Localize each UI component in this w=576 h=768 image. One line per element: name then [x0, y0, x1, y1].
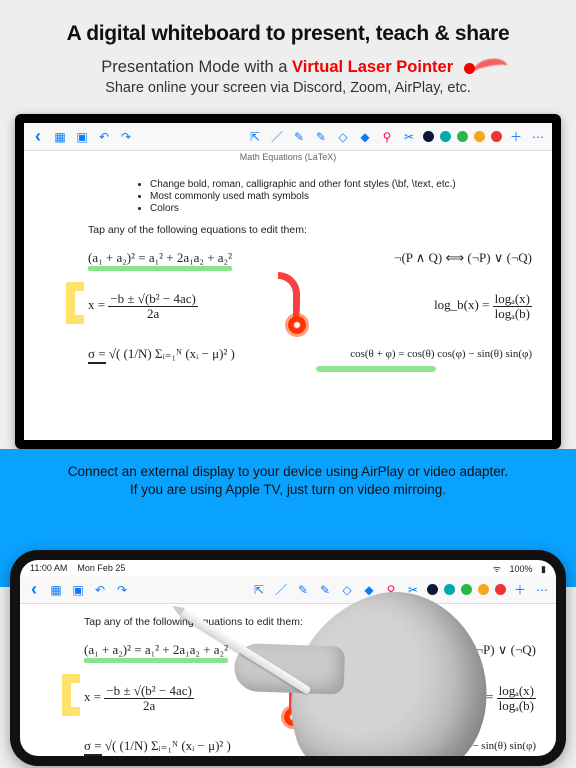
layout-grid-icon[interactable]: ▦: [52, 130, 68, 144]
equation-stddev[interactable]: σ = √( (1/N) Σᵢ₌₁ᴺ (xᵢ − μ)² ): [84, 738, 231, 754]
yellow-bracket-annotation: [62, 674, 80, 716]
redo-button[interactable]: ↷: [118, 130, 134, 144]
instruction-text: Tap any of the following equations to ed…: [84, 616, 536, 628]
eyedropper-tool-icon[interactable]: ⚲: [379, 130, 395, 144]
panel-icon[interactable]: ▣: [70, 583, 86, 597]
status-date: Mon Feb 25: [77, 563, 125, 573]
list-item: Change bold, roman, calligraphic and oth…: [150, 179, 532, 190]
eraser-tool-icon[interactable]: ◇: [339, 583, 355, 597]
equation-binomial[interactable]: (a₁ + a₂)² = a₁² + 2a₁a₂ + a₂²: [84, 642, 228, 658]
eraser-tool-icon[interactable]: ◇: [335, 130, 351, 144]
equation-stddev[interactable]: σ = √( (1/N) Σᵢ₌₁ᴺ (xᵢ − μ)² ): [88, 346, 235, 362]
banner-line1: Connect an external display to your devi…: [12, 463, 564, 481]
color-swatch-navy[interactable]: [427, 584, 438, 595]
more-button[interactable]: ⋯: [534, 583, 550, 597]
scissors-tool-icon[interactable]: ✂: [401, 130, 417, 144]
back-button[interactable]: ‹: [30, 126, 46, 147]
equation-binomial[interactable]: (a₁ + a₂)² = a₁² + 2a₁a₂ + a₂²: [88, 250, 232, 266]
panel-icon[interactable]: ▣: [74, 130, 90, 144]
select-tool-icon[interactable]: ⇱: [251, 583, 267, 597]
virtual-laser-pointer-label: Virtual Laser Pointer: [292, 58, 453, 76]
redo-button[interactable]: ↷: [114, 583, 130, 597]
equation-demorgan[interactable]: ¬(P ∧ Q) ⟺ (¬P) ∨ (¬Q): [394, 250, 532, 266]
battery-icon: ▮: [541, 564, 546, 574]
add-button[interactable]: ＋: [512, 581, 528, 598]
color-swatch-orange[interactable]: [474, 131, 485, 142]
ipad-frame: 11:00 AM Mon Feb 25 ᯤ 100% ▮ ‹ ▦ ▣ ↶ ↷ ⇱…: [10, 550, 566, 766]
color-swatch-green[interactable]: [457, 131, 468, 142]
equation-quadratic[interactable]: x = −b ± √(b² − 4ac) 2a: [84, 684, 194, 712]
green-underline-annotation: [316, 366, 436, 372]
hero-subtitle: Presentation Mode with a Virtual Laser P…: [12, 58, 564, 77]
undo-button[interactable]: ↶: [92, 583, 108, 597]
equation-cos-sum-partial[interactable]: − sin(θ) sin(φ): [472, 740, 536, 752]
status-battery: 100%: [510, 564, 533, 574]
color-swatch-teal[interactable]: [444, 584, 455, 595]
equation-quadratic[interactable]: x = −b ± √(b² − 4ac) 2a: [88, 292, 198, 320]
app-toolbar: ‹ ▦ ▣ ↶ ↷ ⇱ ／ ✎ ✎ ◇ ◆ ⚲ ✂ ＋ ⋯: [24, 123, 552, 151]
hero: A digital whiteboard to present, teach &…: [0, 0, 576, 106]
pencil-tool-icon[interactable]: ✎: [295, 583, 311, 597]
hero-title: A digital whiteboard to present, teach &…: [12, 22, 564, 46]
color-swatch-teal[interactable]: [440, 131, 451, 142]
more-button[interactable]: ⋯: [530, 130, 546, 144]
feature-list: Change bold, roman, calligraphic and oth…: [150, 179, 532, 214]
ipad-screen: 11:00 AM Mon Feb 25 ᯤ 100% ▮ ‹ ▦ ▣ ↶ ↷ ⇱…: [20, 560, 556, 756]
color-swatch-red[interactable]: [491, 131, 502, 142]
back-button[interactable]: ‹: [26, 579, 42, 600]
color-swatch-red[interactable]: [495, 584, 506, 595]
pen-tool-icon[interactable]: ／: [273, 581, 289, 598]
external-display-frame: ‹ ▦ ▣ ↶ ↷ ⇱ ／ ✎ ✎ ◇ ◆ ⚲ ✂ ＋ ⋯ Math Equat…: [15, 114, 561, 449]
marker-tool-icon[interactable]: ✎: [313, 130, 329, 144]
external-display-screen: ‹ ▦ ▣ ↶ ↷ ⇱ ／ ✎ ✎ ◇ ◆ ⚲ ✂ ＋ ⋯ Math Equat…: [24, 123, 552, 440]
equation-cos-sum[interactable]: cos(θ + φ) = cos(θ) cos(φ) − sin(θ) sin(…: [350, 348, 532, 360]
equation-log-base-change[interactable]: log_b(x) = logₐ(x) logₐ(b): [434, 292, 532, 320]
shape-eraser-tool-icon[interactable]: ◆: [357, 130, 373, 144]
instruction-text: Tap any of the following equations to ed…: [88, 224, 532, 236]
color-swatch-navy[interactable]: [423, 131, 434, 142]
list-item: Most commonly used math symbols: [150, 191, 532, 202]
document-body: Change bold, roman, calligraphic and oth…: [24, 151, 552, 440]
app-toolbar-ipad: ‹ ▦ ▣ ↶ ↷ ⇱ ／ ✎ ✎ ◇ ◆ ⚲ ✂ ＋ ⋯: [20, 576, 556, 604]
laser-pointer: [288, 316, 306, 334]
laser-dot-icon: [464, 63, 475, 74]
wifi-icon: ᯤ: [493, 564, 501, 574]
pen-tool-icon[interactable]: ／: [269, 128, 285, 145]
status-bar: 11:00 AM Mon Feb 25 ᯤ 100% ▮: [20, 560, 556, 576]
undo-button[interactable]: ↶: [96, 130, 112, 144]
status-time: 11:00 AM: [30, 563, 67, 573]
hero-share-line: Share online your screen via Discord, Zo…: [12, 80, 564, 96]
marker-tool-icon[interactable]: ✎: [317, 583, 333, 597]
add-button[interactable]: ＋: [508, 128, 524, 145]
select-tool-icon[interactable]: ⇱: [247, 130, 263, 144]
layout-grid-icon[interactable]: ▦: [48, 583, 64, 597]
list-item: Colors: [150, 203, 532, 214]
color-swatch-orange[interactable]: [478, 584, 489, 595]
color-swatch-green[interactable]: [461, 584, 472, 595]
banner-line2: If you are using Apple TV, just turn on …: [12, 481, 564, 499]
yellow-bracket-annotation: [66, 282, 84, 324]
pencil-tool-icon[interactable]: ✎: [291, 130, 307, 144]
